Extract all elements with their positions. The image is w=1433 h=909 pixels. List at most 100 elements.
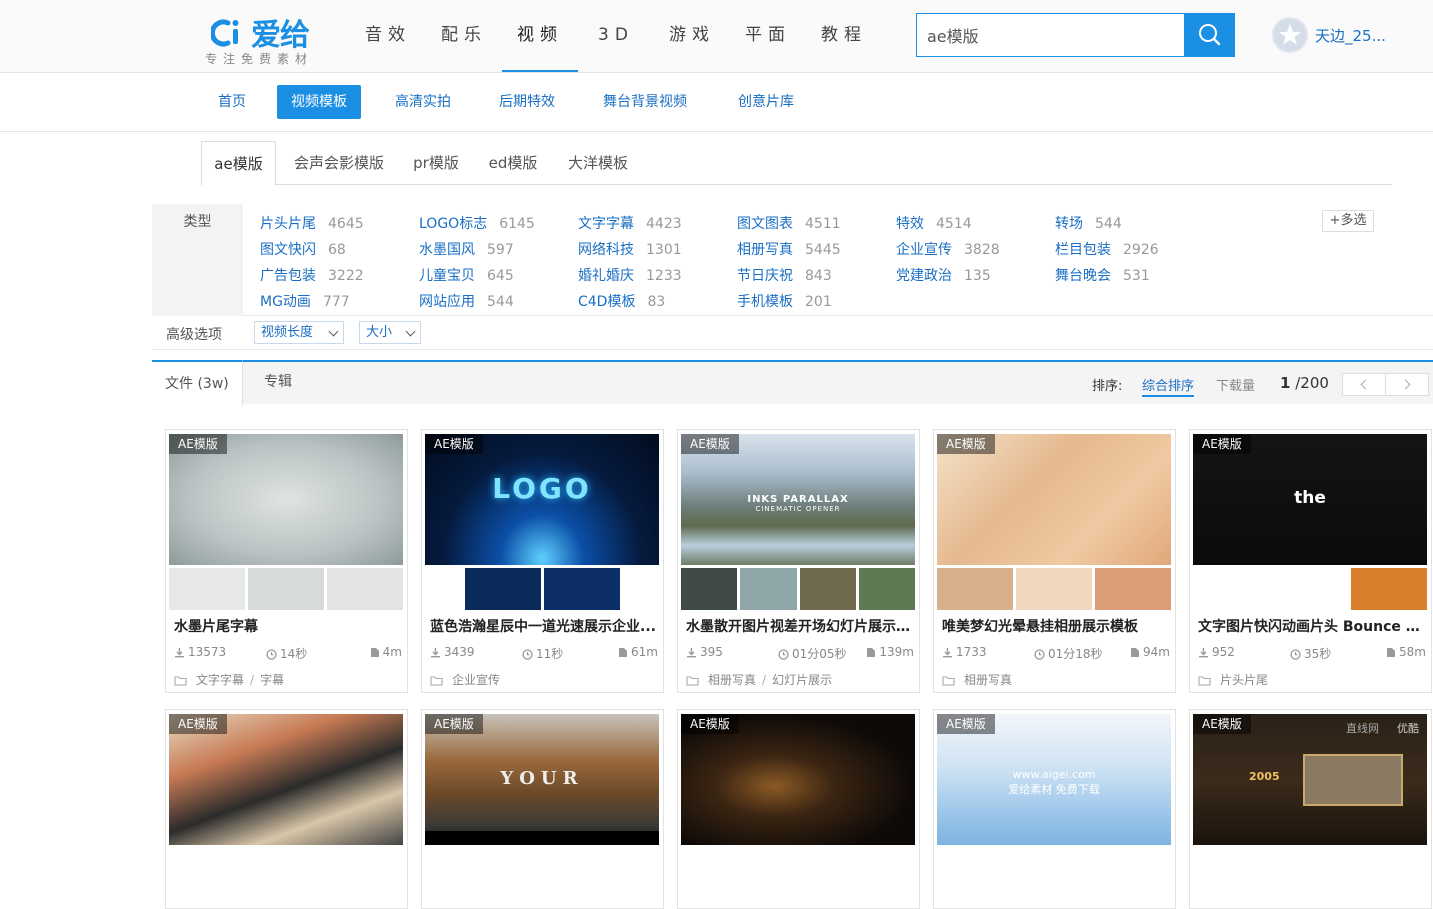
- card-title[interactable]: 唯美梦幻光晕悬挂相册展示模板: [942, 616, 1170, 636]
- tab-huisheng[interactable]: 会声会影模版: [289, 141, 389, 185]
- preview-frame[interactable]: [1272, 568, 1348, 610]
- video-length-select[interactable]: 视频长度: [254, 321, 344, 344]
- subnav-post-effects[interactable]: 后期特效: [485, 85, 569, 119]
- next-page-button[interactable]: [1385, 373, 1429, 396]
- video-card[interactable]: AE模版 www.aigei.com 爱给素材 免费下载: [933, 709, 1176, 909]
- filter-item[interactable]: 相册写真 5445: [737, 239, 841, 259]
- filter-item[interactable]: 网站应用 544: [419, 291, 514, 311]
- subnav-stage-background[interactable]: 舞台背景视频: [589, 85, 701, 119]
- filter-item[interactable]: MG动画 777: [260, 291, 350, 311]
- nav-3d[interactable]: 3D: [578, 0, 654, 72]
- preview-frame[interactable]: [681, 568, 738, 610]
- subnav-hd-footage[interactable]: 高清实拍: [381, 85, 465, 119]
- video-card[interactable]: AE模版: [165, 709, 408, 909]
- preview-frame[interactable]: [937, 568, 1013, 610]
- filter-item[interactable]: 图文快闪 68: [260, 239, 346, 259]
- clock-icon: [778, 649, 789, 660]
- preview-frame[interactable]: [464, 568, 541, 610]
- card-title[interactable]: 水墨散开图片视差开场幻灯片展示 ...: [686, 616, 914, 636]
- card-tags: 相册写真 / 幻灯片展示: [686, 671, 914, 688]
- user-menu[interactable]: 天边_25...: [1272, 17, 1386, 53]
- card-tag[interactable]: 相册写真: [708, 673, 756, 687]
- filter-item[interactable]: 特效 4514: [896, 213, 972, 233]
- filter-item[interactable]: 儿童宝贝 645: [419, 265, 514, 285]
- card-tag[interactable]: 片头片尾: [1220, 673, 1268, 687]
- tab-pr[interactable]: pr模版: [406, 141, 466, 185]
- tab-dayang[interactable]: 大洋模板: [563, 141, 633, 185]
- filter-item[interactable]: 手机模板 201: [737, 291, 832, 311]
- size-select[interactable]: 大小: [359, 321, 421, 344]
- preview-frame[interactable]: [799, 568, 856, 610]
- filter-item[interactable]: 片头片尾 4645: [260, 213, 364, 233]
- filter-item[interactable]: 舞台晚会 531: [1055, 265, 1150, 285]
- preview-frame[interactable]: [1351, 568, 1427, 610]
- preview-frame[interactable]: [248, 568, 324, 610]
- video-card[interactable]: AE模版 唯美梦幻光晕悬挂相册展示模板 1733 01分18秒 94m 相册写真: [933, 429, 1176, 693]
- preview-frame[interactable]: [740, 568, 797, 610]
- filter-item[interactable]: LOGO标志 6145: [419, 213, 535, 233]
- filter-item[interactable]: 企业宣传 3828: [896, 239, 1000, 259]
- tab-files[interactable]: 文件 (3w): [152, 360, 243, 406]
- video-card[interactable]: AE模版 直线网 优酷 2005: [1189, 709, 1432, 909]
- preview-frame[interactable]: [858, 568, 915, 610]
- filter-item-count: 544: [487, 294, 514, 310]
- preview-frame[interactable]: [169, 568, 245, 610]
- filter-item[interactable]: 广告包装 3222: [260, 265, 364, 285]
- filter-item[interactable]: 节日庆祝 843: [737, 265, 832, 285]
- nav-graphic[interactable]: 平面: [730, 0, 806, 72]
- nav-video[interactable]: 视频: [502, 0, 578, 72]
- download-count: 3439: [430, 645, 475, 659]
- tab-albums[interactable]: 专辑: [264, 360, 292, 406]
- subnav-home[interactable]: 首页: [204, 85, 260, 119]
- nav-tutorial[interactable]: 教程: [806, 0, 882, 72]
- card-title[interactable]: 蓝色浩瀚星辰中一道光速展示企业...: [430, 616, 658, 636]
- filter-item[interactable]: 栏目包装 2926: [1055, 239, 1159, 259]
- filter-item[interactable]: 网络科技 1301: [578, 239, 682, 259]
- prev-page-button[interactable]: [1342, 373, 1386, 396]
- filter-item-name: 网站应用: [419, 294, 475, 310]
- video-card[interactable]: AE模版 the 文字图片快闪动画片头 Bounce D... 952 35秒 58m 片头…: [1189, 429, 1432, 693]
- filter-item[interactable]: 党建政治 135: [896, 265, 991, 285]
- filter-item[interactable]: 文字字幕 4423: [578, 213, 682, 233]
- subnav-video-templates[interactable]: 视频模板: [277, 85, 361, 119]
- video-card[interactable]: AE模版 INKS PARALLAX CINEMATIC OPENER 水墨散开图片视…: [677, 429, 920, 693]
- multi-select-button[interactable]: +多选: [1322, 210, 1374, 232]
- site-logo[interactable]: 爱给 专注免费素材: [205, 10, 335, 66]
- search-input[interactable]: [917, 14, 1185, 56]
- advanced-options: 高级选项 视频长度 大小: [152, 316, 1433, 350]
- preview-frame[interactable]: [1193, 568, 1269, 610]
- video-card[interactable]: AE模版: [677, 709, 920, 909]
- search-button[interactable]: [1184, 13, 1235, 57]
- nav-game[interactable]: 游戏: [654, 0, 730, 72]
- tab-ae[interactable]: ae模版: [201, 141, 276, 186]
- preview-frame[interactable]: [1016, 568, 1092, 610]
- preview-frame[interactable]: [1095, 568, 1171, 610]
- avatar[interactable]: [1272, 17, 1308, 53]
- filter-item[interactable]: 图文图表 4511: [737, 213, 841, 233]
- nav-music[interactable]: 配乐: [426, 0, 502, 72]
- card-title[interactable]: 水墨片尾字幕: [174, 616, 402, 636]
- card-title[interactable]: 文字图片快闪动画片头 Bounce D...: [1198, 616, 1426, 636]
- filter-item[interactable]: 转场 544: [1055, 213, 1122, 233]
- sort-composite[interactable]: 综合排序: [1142, 375, 1195, 397]
- video-card[interactable]: AE模版 水墨片尾字幕 13573 14秒 4m 文字字幕 / 字幕: [165, 429, 408, 693]
- card-tag[interactable]: 企业宣传: [452, 673, 500, 687]
- video-card[interactable]: AE模版 LOGO 蓝色浩瀚星辰中一道光速展示企业... 3439 11秒 61m 企业宣传: [421, 429, 664, 693]
- sort-label: 排序:: [1092, 379, 1123, 394]
- video-card[interactable]: AE模版 YOUR: [421, 709, 664, 909]
- card-tag[interactable]: 文字字幕: [196, 673, 244, 687]
- filter-item[interactable]: C4D模板 83: [578, 291, 665, 311]
- card-tag[interactable]: 相册写真: [964, 673, 1012, 687]
- subnav-creative-library[interactable]: 创意片库: [724, 85, 808, 119]
- preview-frame[interactable]: [543, 568, 620, 610]
- filter-item[interactable]: 水墨国风 597: [419, 239, 514, 259]
- card-tag[interactable]: 幻灯片展示: [772, 673, 832, 687]
- user-name[interactable]: 天边_25...: [1315, 25, 1386, 46]
- card-tag[interactable]: 字幕: [260, 673, 284, 687]
- tab-ed[interactable]: ed模版: [483, 141, 543, 185]
- nav-sound-effects[interactable]: 音效: [350, 0, 426, 72]
- filter-item[interactable]: 婚礼婚庆 1233: [578, 265, 682, 285]
- preview-frame[interactable]: [327, 568, 403, 610]
- sort-downloads[interactable]: 下载量: [1216, 375, 1255, 394]
- type-badge: AE模版: [937, 434, 995, 454]
